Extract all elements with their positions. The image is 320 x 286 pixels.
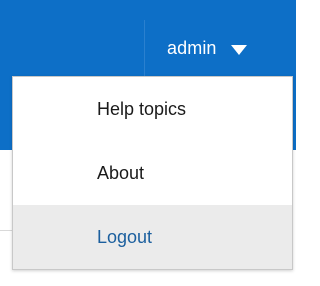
caret-down-icon xyxy=(230,45,247,55)
user-menu-button[interactable]: admin xyxy=(145,20,296,76)
user-dropdown-menu: Help topics About Logout xyxy=(12,76,293,270)
menu-item-help-topics[interactable]: Help topics xyxy=(13,77,292,141)
user-name-label: admin xyxy=(167,37,217,58)
menu-item-about[interactable]: About xyxy=(13,141,292,205)
menu-item-logout[interactable]: Logout xyxy=(13,205,292,269)
menu-item-label: About xyxy=(97,162,145,183)
menu-item-label: Help topics xyxy=(97,98,187,119)
page: admin Help topics About Logout xyxy=(0,0,296,286)
menu-item-label: Logout xyxy=(97,226,153,247)
